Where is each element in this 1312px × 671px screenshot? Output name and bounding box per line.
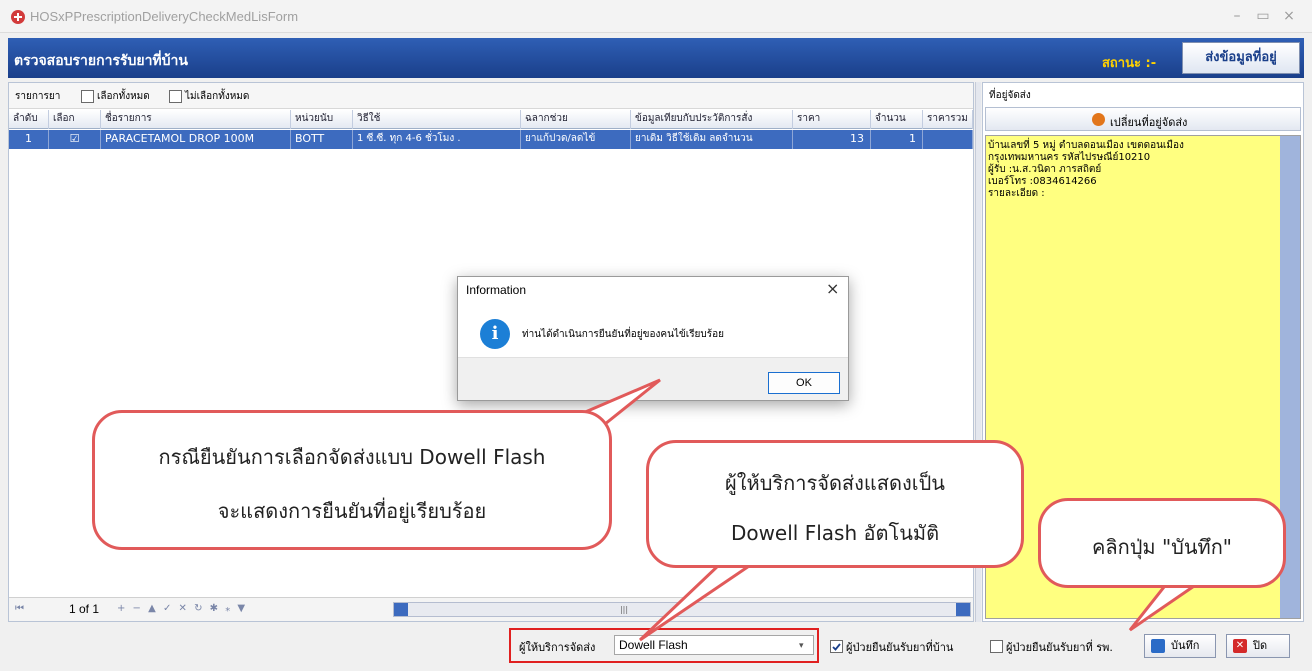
right-callout-pointer <box>1128 580 1205 632</box>
left-callout-line2: จะแสดงการยืนยันที่อยู่เรียบร้อย <box>217 499 487 523</box>
middle-callout-line2: Dowell Flash อัตโนมัติ <box>730 521 940 545</box>
left-callout-line1: กรณียืนยันการเลือกจัดส่งแบบ Dowell Flash <box>158 445 546 469</box>
middle-callout: ผู้ให้บริการจัดส่งแสดงเป็น Dowell Flash … <box>646 440 1024 568</box>
middle-callout-line1: ผู้ให้บริการจัดส่งแสดงเป็น <box>725 471 945 495</box>
left-callout: กรณียืนยันการเลือกจัดส่งแบบ Dowell Flash… <box>92 410 612 550</box>
right-callout: คลิกปุ่ม "บันทึก" <box>1038 498 1286 588</box>
right-callout-text: คลิกปุ่ม "บันทึก" <box>1091 535 1233 559</box>
